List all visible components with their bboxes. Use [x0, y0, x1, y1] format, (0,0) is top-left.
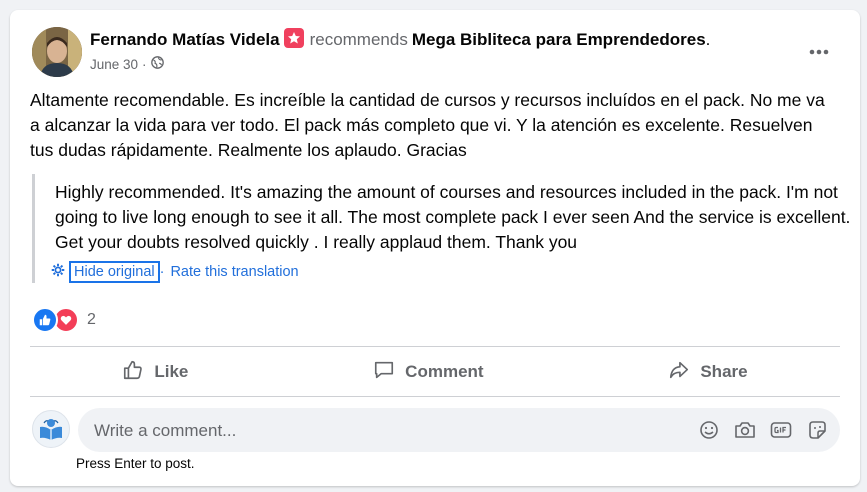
translation-links: Hide original · Rate this translation — [51, 261, 855, 283]
share-label: Share — [700, 362, 748, 381]
emoji-icon[interactable] — [698, 419, 720, 441]
reactions-summary[interactable]: 2 — [32, 307, 96, 333]
more-icon — [809, 42, 829, 60]
divider-bottom — [30, 396, 840, 397]
share-button[interactable]: Share — [648, 353, 767, 392]
comment-input[interactable] — [92, 408, 676, 454]
comment-composer — [78, 408, 840, 454]
post-card: Fernando Matías Videla recommends Mega Bib… — [10, 10, 860, 486]
reaction-count: 2 — [87, 311, 96, 328]
like-button[interactable]: Like — [102, 353, 208, 392]
link-separator: · — [159, 264, 165, 280]
settings-icon[interactable] — [51, 263, 65, 281]
commenter-avatar[interactable] — [32, 410, 70, 448]
post-hint: Press Enter to post. — [76, 456, 195, 471]
post-text: Altamente recomendable. Es increíble la … — [30, 90, 825, 160]
share-icon — [668, 359, 690, 386]
sticker-icon[interactable] — [806, 419, 828, 441]
rate-translation-link[interactable]: Rate this translation — [170, 264, 298, 280]
post-header: Fernando Matías Videla recommends Mega Bib… — [90, 28, 710, 50]
star-badge-icon — [283, 28, 304, 48]
translated-text: Highly recommended. It's amazing the amo… — [55, 182, 851, 252]
like-reaction-icon — [32, 307, 58, 333]
more-options-button[interactable] — [804, 36, 834, 66]
comment-tools — [698, 419, 828, 441]
globe-icon — [150, 56, 164, 72]
post-date[interactable]: June 30 — [90, 57, 138, 72]
meta-separator: · — [142, 56, 147, 72]
author-name[interactable]: Fernando Matías Videla — [90, 30, 280, 49]
comment-button[interactable]: Comment — [353, 353, 503, 392]
hide-original-link[interactable]: Hide original — [69, 261, 160, 283]
recommends-label: recommends — [309, 30, 408, 49]
page-suffix: . — [705, 30, 711, 49]
author-avatar[interactable] — [32, 27, 82, 77]
comment-label: Comment — [405, 362, 484, 381]
gif-icon[interactable] — [770, 419, 792, 441]
post-meta: June 30 · — [90, 56, 164, 72]
like-icon — [122, 359, 144, 386]
page-name[interactable]: Mega Bibliteca para Emprendedores — [412, 30, 706, 49]
divider-top — [30, 346, 840, 347]
like-label: Like — [154, 362, 189, 381]
comment-icon — [373, 359, 395, 386]
camera-icon[interactable] — [734, 419, 756, 441]
translation-block: Highly recommended. It's amazing the amo… — [32, 174, 855, 283]
action-bar: Like Comment Share — [30, 352, 840, 392]
